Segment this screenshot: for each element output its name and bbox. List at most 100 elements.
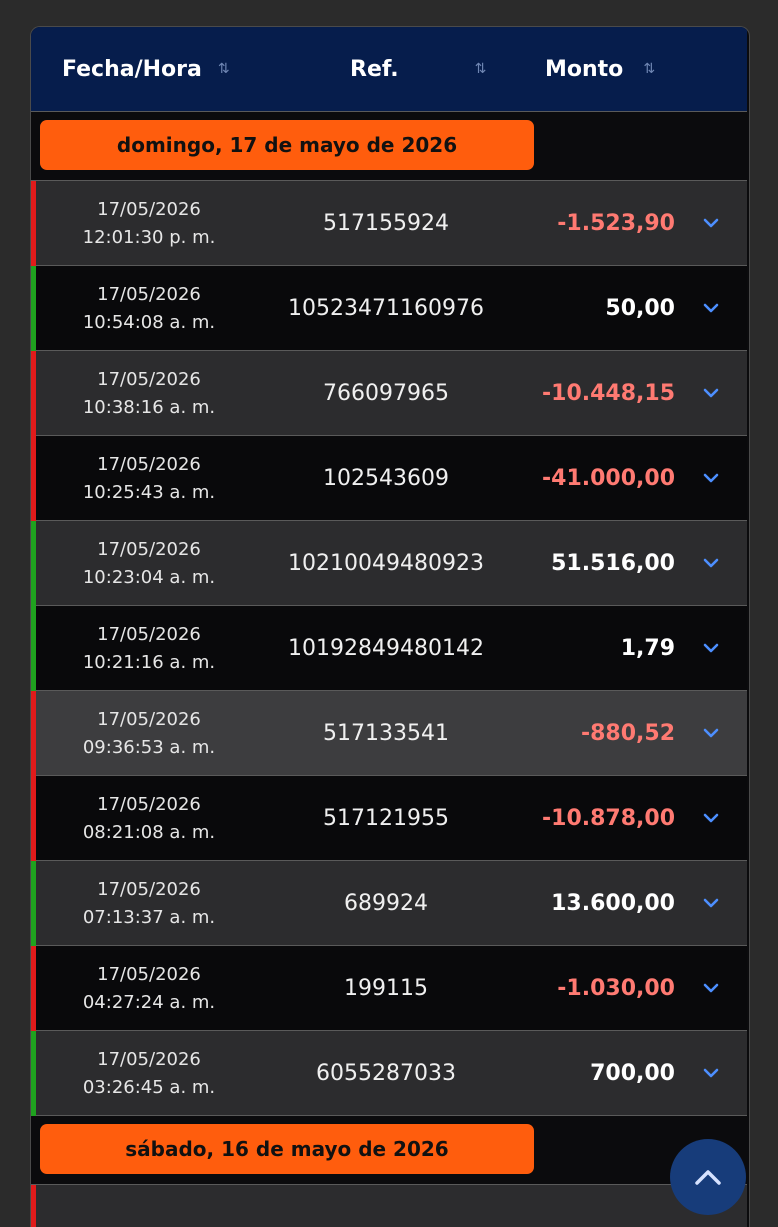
sort-icon[interactable]: ⇅ <box>475 61 487 77</box>
expand-row-button[interactable] <box>703 1031 719 1115</box>
transaction-ref: 199115 <box>344 975 428 1001</box>
transaction-row[interactable]: 17/05/2026 08:21:08 a. m. 517121955 -10.878… <box>31 776 747 861</box>
transaction-amount: -880,52 <box>580 720 675 746</box>
chevron-down-icon <box>703 983 719 993</box>
date-group-header: sábado, 16 de mayo de 2026 <box>31 1116 747 1185</box>
transaction-type-indicator <box>31 861 36 946</box>
transaction-amount: 50,00 <box>605 295 675 321</box>
expand-row-button[interactable] <box>703 861 719 945</box>
expand-row-button[interactable] <box>703 606 719 690</box>
expand-row-button[interactable] <box>703 776 719 860</box>
transaction-ref: 766097965 <box>323 380 449 406</box>
date-group-header: domingo, 17 de mayo de 2026 <box>31 112 747 181</box>
date-group-label: sábado, 16 de mayo de 2026 <box>40 1124 534 1174</box>
transaction-time: 10:25:43 a. m. <box>82 482 216 503</box>
column-header-fecha-hora[interactable]: Fecha/Hora ⇅ <box>62 27 230 111</box>
transaction-date: 17/05/2026 <box>97 539 201 560</box>
transaction-row[interactable] <box>31 1185 747 1227</box>
transaction-date: 17/05/2026 <box>97 199 201 220</box>
transaction-ref: 10523471160976 <box>288 295 484 321</box>
transaction-row[interactable]: 17/05/2026 10:25:43 a. m. 102543609 -41.000… <box>31 436 747 521</box>
table-header: Fecha/Hora ⇅ Ref. ⇅ Monto ⇅ <box>31 27 747 112</box>
transaction-ref: 10192849480142 <box>288 635 484 661</box>
transaction-datetime: 17/05/2026 07:13:37 a. m. <box>59 876 239 932</box>
expand-row-button[interactable] <box>703 266 719 350</box>
sort-icon[interactable]: ⇅ <box>218 61 230 77</box>
transaction-ref: 517121955 <box>323 805 449 831</box>
chevron-down-icon <box>703 218 719 228</box>
transaction-time: 08:21:08 a. m. <box>82 822 216 843</box>
transaction-datetime: 17/05/2026 09:36:53 a. m. <box>59 706 239 762</box>
transaction-type-indicator <box>31 776 36 861</box>
transaction-type-indicator <box>31 946 36 1031</box>
transaction-amount: 13.600,00 <box>551 890 675 916</box>
column-header-label: Fecha/Hora <box>62 56 202 82</box>
chevron-down-icon <box>703 303 719 313</box>
transaction-ref: 689924 <box>344 890 428 916</box>
transaction-row[interactable]: 17/05/2026 10:54:08 a. m. 10523471160976 50… <box>31 266 747 351</box>
transaction-amount: -1.030,00 <box>557 975 675 1001</box>
expand-row-button[interactable] <box>703 436 719 520</box>
transaction-date: 17/05/2026 <box>97 709 201 730</box>
transaction-datetime: 17/05/2026 10:38:16 a. m. <box>59 366 239 422</box>
transaction-type-indicator <box>31 1185 36 1227</box>
transaction-datetime: 17/05/2026 08:21:08 a. m. <box>59 791 239 847</box>
expand-row-button[interactable] <box>703 946 719 1030</box>
transaction-time: 10:23:04 a. m. <box>82 567 216 588</box>
transaction-type-indicator <box>31 436 36 521</box>
transaction-date: 17/05/2026 <box>97 454 201 475</box>
transaction-row[interactable]: 17/05/2026 03:26:45 a. m. 6055287033 700,00 <box>31 1031 747 1116</box>
transaction-row[interactable]: 17/05/2026 12:01:30 p. m. 517155924 -1.523,… <box>31 181 747 266</box>
expand-row-button[interactable] <box>703 351 719 435</box>
transaction-time: 10:21:16 a. m. <box>82 652 216 673</box>
expand-row-button[interactable] <box>703 181 719 265</box>
transaction-row[interactable]: 17/05/2026 10:21:16 a. m. 10192849480142 1,… <box>31 606 747 691</box>
transaction-ref: 102543609 <box>323 465 449 491</box>
transaction-datetime: 17/05/2026 03:26:45 a. m. <box>59 1046 239 1102</box>
scroll-to-top-button[interactable] <box>670 1139 746 1215</box>
transaction-row[interactable]: 17/05/2026 09:36:53 a. m. 517133541 -880,52 <box>31 691 747 776</box>
transaction-date: 17/05/2026 <box>97 879 201 900</box>
transaction-amount: 700,00 <box>590 1060 675 1086</box>
transaction-date: 17/05/2026 <box>97 794 201 815</box>
chevron-down-icon <box>703 898 719 908</box>
chevron-down-icon <box>703 643 719 653</box>
transaction-amount: -41.000,00 <box>542 465 675 491</box>
transaction-date: 17/05/2026 <box>97 369 201 390</box>
transaction-datetime: 17/05/2026 10:21:16 a. m. <box>59 621 239 677</box>
expand-row-button[interactable] <box>703 691 719 775</box>
chevron-down-icon <box>703 813 719 823</box>
transaction-datetime: 17/05/2026 10:23:04 a. m. <box>59 536 239 592</box>
transaction-type-indicator <box>31 1031 36 1116</box>
transaction-datetime: 17/05/2026 04:27:24 a. m. <box>59 961 239 1017</box>
chevron-down-icon <box>703 388 719 398</box>
transaction-type-indicator <box>31 351 36 436</box>
column-header-monto[interactable]: Monto ⇅ <box>545 27 655 111</box>
transaction-date: 17/05/2026 <box>97 624 201 645</box>
transaction-time: 09:36:53 a. m. <box>82 737 216 758</box>
transaction-ref: 6055287033 <box>316 1060 456 1086</box>
transaction-type-indicator <box>31 181 36 266</box>
column-header-label: Monto <box>545 56 624 82</box>
transactions-table: Fecha/Hora ⇅ Ref. ⇅ Monto ⇅ domingo, 17 … <box>30 26 750 1227</box>
chevron-down-icon <box>703 1068 719 1078</box>
transaction-row[interactable]: 17/05/2026 10:38:16 a. m. 766097965 -10.448… <box>31 351 747 436</box>
transaction-type-indicator <box>31 691 36 776</box>
sort-icon[interactable]: ⇅ <box>643 61 655 77</box>
transaction-datetime: 17/05/2026 10:25:43 a. m. <box>59 451 239 507</box>
chevron-down-icon <box>703 558 719 568</box>
transaction-ref: 517155924 <box>323 210 449 236</box>
transaction-time: 07:13:37 a. m. <box>82 907 216 928</box>
transaction-time: 12:01:30 p. m. <box>82 227 216 248</box>
transaction-amount: -10.878,00 <box>542 805 675 831</box>
transaction-row[interactable]: 17/05/2026 04:27:24 a. m. 199115 -1.030,00 <box>31 946 747 1031</box>
transaction-row[interactable]: 17/05/2026 10:23:04 a. m. 10210049480923 51… <box>31 521 747 606</box>
column-header-ref[interactable]: Ref. ⇅ <box>350 27 487 111</box>
expand-row-button[interactable] <box>703 521 719 605</box>
transaction-datetime: 17/05/2026 10:54:08 a. m. <box>59 281 239 337</box>
transaction-time: 04:27:24 a. m. <box>82 992 216 1013</box>
transaction-time: 10:38:16 a. m. <box>82 397 216 418</box>
transaction-row[interactable]: 17/05/2026 07:13:37 a. m. 689924 13.600,00 <box>31 861 747 946</box>
date-group-label: domingo, 17 de mayo de 2026 <box>40 120 534 170</box>
transaction-date: 17/05/2026 <box>97 964 201 985</box>
